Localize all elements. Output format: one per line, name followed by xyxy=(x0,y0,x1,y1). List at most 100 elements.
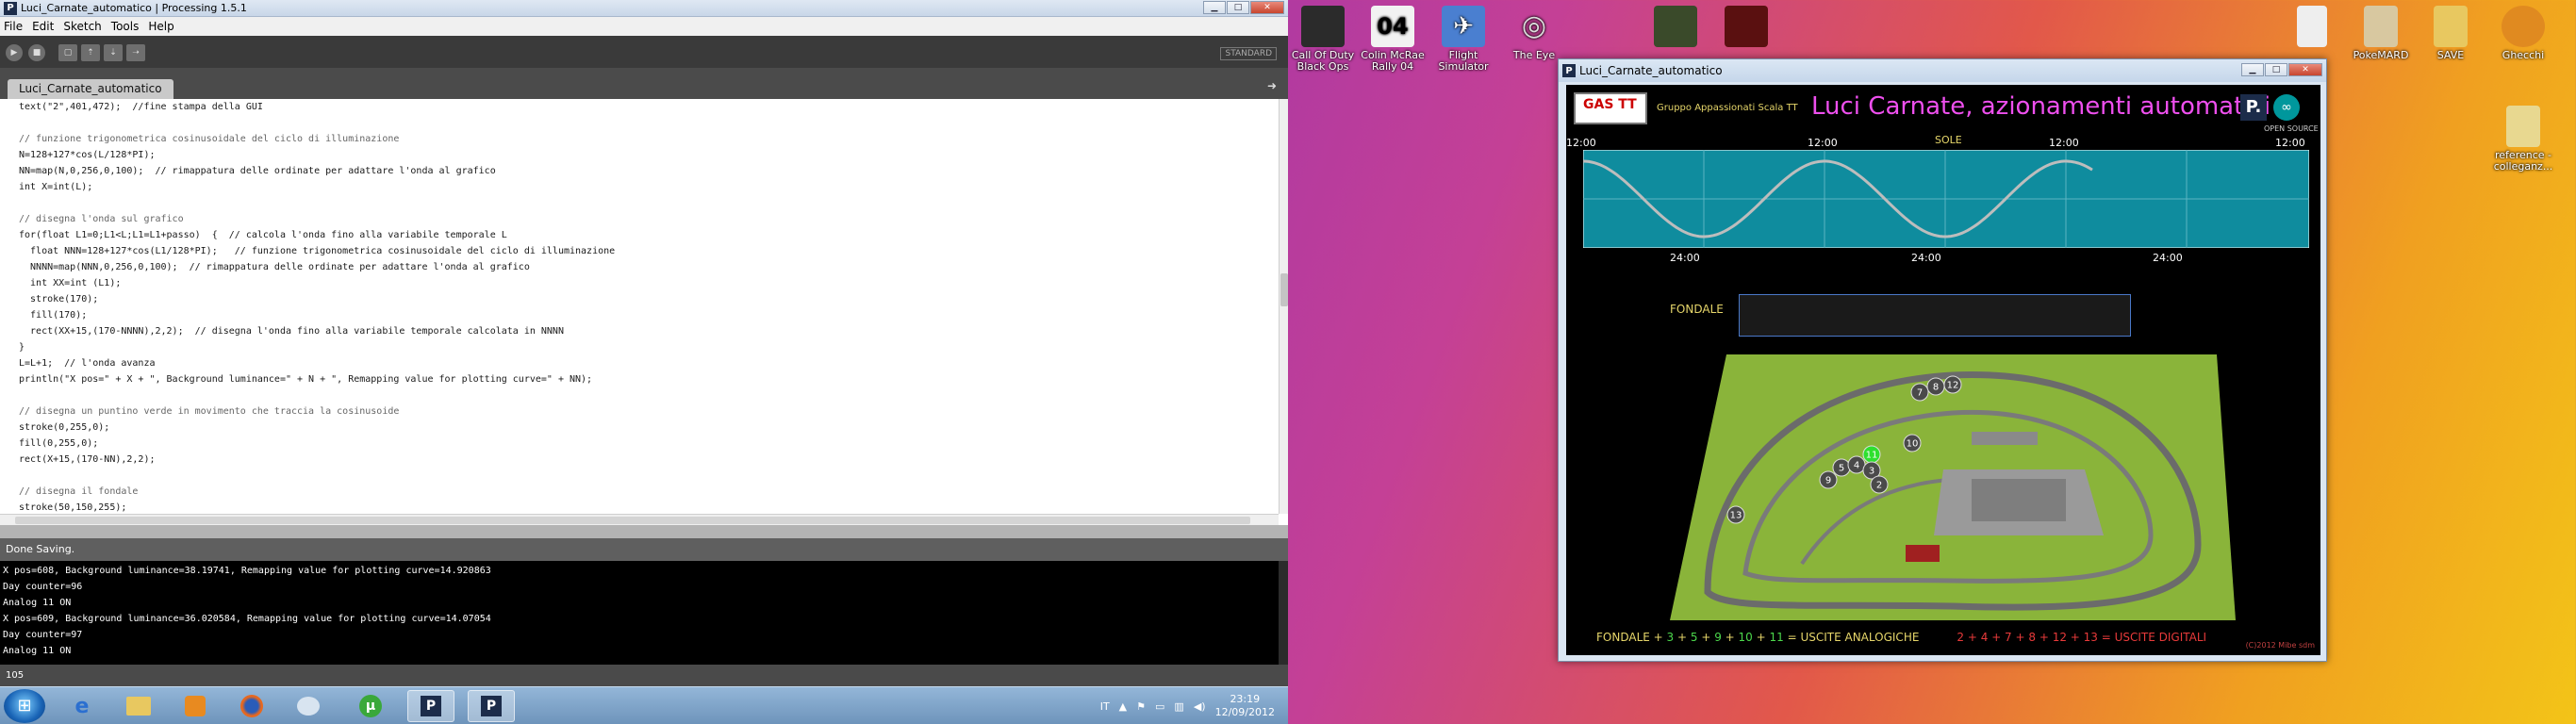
ide-titlebar[interactable]: P Luci_Carnate_automatico | Processing 1… xyxy=(0,0,1288,17)
code-line: rect(XX+15,(170-NNNN),2,2); // disegna l… xyxy=(19,326,564,337)
code-editor[interactable]: text("2",401,472); //fine stampa della G… xyxy=(0,99,1279,514)
minimize-button[interactable]: ▁ xyxy=(2241,63,2264,76)
processing-ide-window: P Luci_Carnate_automatico | Processing 1… xyxy=(0,0,1288,686)
folder-icon xyxy=(2434,6,2468,47)
desktop-icon-document[interactable] xyxy=(2278,6,2346,50)
firefox-icon[interactable] xyxy=(228,690,275,722)
tab-menu-arrow-icon[interactable]: ➜ xyxy=(1267,79,1277,92)
layout-marker-label: 7 xyxy=(1917,388,1923,399)
legend-part: = xyxy=(1783,631,1801,644)
run-button[interactable]: ▶ xyxy=(6,44,23,61)
output-legend: FONDALE + 3 + 5 + 9 + 10 + 11 = USCITE A… xyxy=(1596,631,2206,644)
utorrent-icon[interactable]: µ xyxy=(347,690,394,722)
tab-sketch[interactable]: Luci_Carnate_automatico xyxy=(8,79,173,99)
menu-edit[interactable]: Edit xyxy=(32,20,54,33)
desktop-icon-colin-mcrae[interactable]: 04 Colin McRae Rally 04 xyxy=(1359,6,1427,73)
station-building xyxy=(1906,545,1940,562)
stop-button[interactable]: ■ xyxy=(28,44,45,61)
close-button[interactable]: ✕ xyxy=(1250,1,1284,14)
network-icon[interactable]: ▥ xyxy=(1174,700,1183,713)
layout-marker-label: 5 xyxy=(1839,464,1844,474)
console-line: Analog 11 ON xyxy=(3,646,72,656)
editor-console-divider[interactable] xyxy=(0,525,1288,538)
layout-marker-label: 10 xyxy=(1907,439,1919,450)
minimize-button[interactable]: ▁ xyxy=(1203,1,1226,14)
ide-window-title: Luci_Carnate_automatico | Processing 1.5… xyxy=(21,2,247,14)
clock[interactable]: 23:19 12/09/2012 xyxy=(1215,693,1275,719)
ie-icon[interactable]: e xyxy=(58,690,106,722)
console-scrollbar[interactable] xyxy=(1279,561,1288,665)
code-line: L=L+1; // l'onda avanza xyxy=(19,358,156,369)
processing-logo: P. xyxy=(2240,94,2267,121)
volume-icon[interactable]: ◀) xyxy=(1194,700,1206,713)
clock-date: 12/09/2012 xyxy=(1214,706,1275,718)
layout-marker-label: 3 xyxy=(1869,467,1874,477)
ide-menubar: File Edit Sketch Tools Help xyxy=(0,17,1288,36)
menu-file[interactable]: File xyxy=(4,20,23,33)
processing-sketch-taskbar-icon[interactable]: P xyxy=(468,690,515,722)
processing-logo-icon: P xyxy=(1562,64,1576,77)
new-file-icon[interactable]: ▢ xyxy=(58,44,77,61)
archive-icon xyxy=(2364,6,2398,47)
desktop-icon-ghecchi[interactable]: Ghecchi xyxy=(2489,6,2557,61)
tray-arrow-icon[interactable]: ▲ xyxy=(1119,700,1127,713)
export-icon[interactable]: ➝ xyxy=(126,44,145,61)
media-player-icon[interactable] xyxy=(172,690,219,722)
maximize-button[interactable]: □ xyxy=(2265,63,2287,76)
maximize-button[interactable]: □ xyxy=(1227,1,1249,14)
game-icon xyxy=(1301,6,1345,47)
close-button[interactable]: ✕ xyxy=(2288,63,2322,76)
globe-icon: ◎ xyxy=(1521,9,1547,42)
open-file-icon[interactable]: ⇡ xyxy=(81,44,100,61)
code-line: } xyxy=(19,342,25,353)
menu-tools[interactable]: Tools xyxy=(111,20,140,33)
ide-tab-bar: Luci_Carnate_automatico ➜ xyxy=(0,68,1288,99)
scroll-thumb[interactable] xyxy=(15,517,1250,524)
mode-selector[interactable]: STANDARD xyxy=(1220,47,1277,60)
code-line: float NNN=128+127*cos(L1/128*PI); // fun… xyxy=(19,246,616,256)
processing-logo-icon: P xyxy=(4,1,17,15)
legend-part: FONDALE xyxy=(1596,631,1650,644)
ide-toolbar: ▶ ■ ▢ ⇡ ⇣ ➝ STANDARD xyxy=(0,36,1288,68)
explorer-icon[interactable] xyxy=(115,690,162,722)
desktop-icon-the-eye[interactable]: ◎ The Eye xyxy=(1500,6,1568,61)
code-line: for(float L1=0;L1<L;L1=L1+passo) { // ca… xyxy=(19,230,507,240)
top-tick: 12:00 xyxy=(2275,137,2305,149)
code-line: println("X pos=" + X + ", Background lum… xyxy=(19,374,593,385)
console-line: Analog 11 ON xyxy=(3,598,72,608)
language-indicator[interactable]: IT xyxy=(1100,700,1110,713)
console-line: X pos=608, Background luminance=38.19741… xyxy=(3,566,491,576)
taskbar: ⊞ e µ P P IT ▲ ⚑ ▭ ▥ ◀) 23:19 12/09/2012 xyxy=(0,686,1288,724)
desktop-icon-game[interactable] xyxy=(1642,6,1709,50)
menu-help[interactable]: Help xyxy=(148,20,173,33)
game-icon xyxy=(1654,6,1697,47)
save-file-icon[interactable]: ⇣ xyxy=(104,44,123,61)
sketch-titlebar[interactable]: P Luci_Carnate_automatico ▁ □ ✕ xyxy=(1559,59,2326,82)
layout-marker-label: 11 xyxy=(1866,451,1878,461)
layout-marker-label: 12 xyxy=(1947,381,1959,391)
scroll-thumb[interactable] xyxy=(1280,273,1288,306)
legend-digital: 2 + 4 + 7 + 8 + 12 + 13 = USCITE DIGITAL… xyxy=(1957,631,2207,644)
desktop-icon-reference[interactable]: reference - colleganz... xyxy=(2489,106,2557,173)
document-icon xyxy=(2506,106,2540,147)
desktop-icon-save[interactable]: SAVE xyxy=(2417,6,2485,61)
display-icon[interactable]: ▭ xyxy=(1155,700,1164,713)
processing-taskbar-icon[interactable]: P xyxy=(407,690,454,722)
start-button[interactable]: ⊞ xyxy=(4,689,45,723)
code-line: stroke(170); xyxy=(19,294,99,304)
code-line: text("2",401,472); //fine stampa della G… xyxy=(19,102,263,112)
desktop-icon-game-2[interactable] xyxy=(1712,6,1780,50)
desktop-icon-flight-simulator[interactable]: ✈ Flight Simulator xyxy=(1429,6,1497,73)
code-line: // disegna il fondale xyxy=(19,486,139,497)
chat-icon[interactable] xyxy=(285,690,332,722)
editor-vertical-scrollbar[interactable] xyxy=(1279,99,1288,514)
subtitle: Gruppo Appassionati Scala TT xyxy=(1657,103,1798,113)
menu-sketch[interactable]: Sketch xyxy=(63,20,101,33)
code-lines: text("2",401,472); //fine stampa della G… xyxy=(0,99,1279,514)
flag-icon[interactable]: ⚑ xyxy=(1136,700,1146,713)
editor-horizontal-scrollbar[interactable] xyxy=(0,514,1279,525)
desktop-icon-pokemard[interactable]: PokeMARD xyxy=(2347,6,2415,61)
desktop-icon-call-of-duty[interactable]: Call Of Duty Black Ops xyxy=(1289,6,1357,73)
code-line: int XX=int (L1); xyxy=(19,278,122,288)
